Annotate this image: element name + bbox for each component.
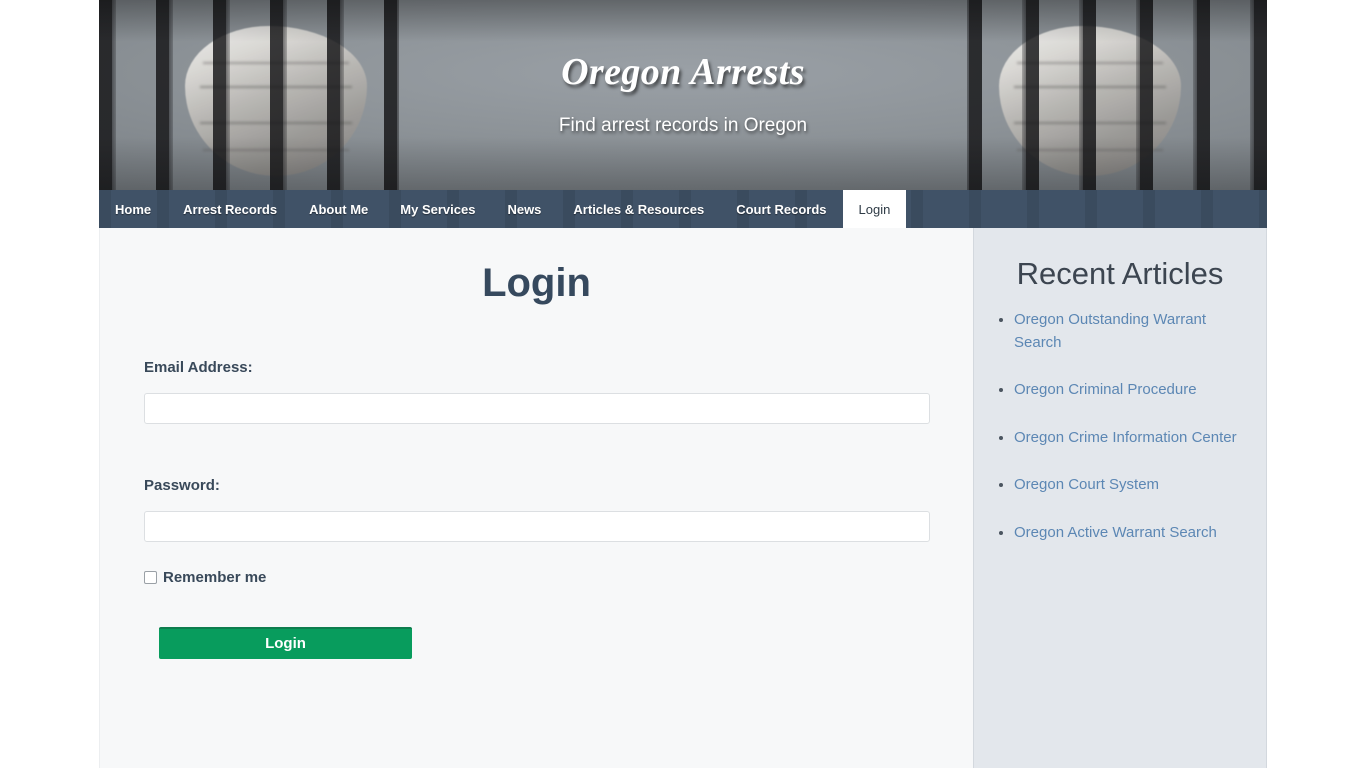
submit-row: Login (144, 627, 929, 659)
nav-item-my-services[interactable]: My Services (384, 190, 491, 228)
nav-item-news[interactable]: News (491, 190, 557, 228)
sidebar: Recent Articles Oregon Outstanding Warra… (973, 228, 1267, 768)
sidebar-link-oregon-outstanding-warrant-search[interactable]: Oregon Outstanding Warrant Search (1014, 311, 1206, 351)
email-field[interactable] (144, 393, 930, 424)
list-item: Oregon Crime Information Center (999, 427, 1248, 450)
main-content: Login Email Address: Password: Remember … (99, 228, 973, 768)
site-tagline: Find arrest records in Oregon (558, 115, 808, 136)
site-container: Oregon Arrests Find arrest records in Or… (99, 0, 1267, 768)
recent-articles-list: Oregon Outstanding Warrant Search Oregon… (974, 309, 1266, 544)
site-banner: Oregon Arrests Find arrest records in Or… (99, 0, 1267, 190)
password-field[interactable] (144, 511, 930, 542)
nav-item-arrest-records[interactable]: Arrest Records (167, 190, 293, 228)
nav-item-login[interactable]: Login (842, 190, 907, 228)
nav-item-court-records[interactable]: Court Records (720, 190, 842, 228)
sidebar-link-oregon-active-warrant-search[interactable]: Oregon Active Warrant Search (1014, 524, 1217, 541)
list-item: Oregon Outstanding Warrant Search (999, 309, 1248, 354)
page-title: Login (482, 261, 591, 305)
remember-me-checkbox[interactable] (144, 571, 157, 584)
login-button[interactable]: Login (159, 627, 412, 659)
remember-me-row: Remember me (144, 569, 929, 586)
nav-item-home[interactable]: Home (99, 190, 167, 228)
sidebar-link-oregon-court-system[interactable]: Oregon Court System (1014, 476, 1159, 493)
site-title: Oregon Arrests (561, 51, 805, 93)
sidebar-link-oregon-crime-information-center[interactable]: Oregon Crime Information Center (1014, 429, 1237, 446)
login-form: Email Address: Password: Remember me Log… (100, 359, 973, 659)
remember-me-label[interactable]: Remember me (163, 569, 266, 586)
nav-item-articles-resources[interactable]: Articles & Resources (557, 190, 720, 228)
email-label: Email Address: (144, 359, 253, 376)
list-item: Oregon Criminal Procedure (999, 379, 1248, 402)
password-label: Password: (144, 477, 220, 494)
body-columns: Login Email Address: Password: Remember … (99, 228, 1267, 768)
main-navigation: Home Arrest Records About Me My Services… (99, 190, 1267, 228)
sidebar-link-oregon-criminal-procedure[interactable]: Oregon Criminal Procedure (1014, 381, 1197, 398)
list-item: Oregon Active Warrant Search (999, 522, 1248, 545)
list-item: Oregon Court System (999, 474, 1248, 497)
nav-item-about-me[interactable]: About Me (293, 190, 384, 228)
page-root: Oregon Arrests Find arrest records in Or… (0, 0, 1366, 768)
banner-text-block: Oregon Arrests Find arrest records in Or… (99, 50, 1267, 137)
sidebar-title: Recent Articles (1016, 256, 1224, 291)
